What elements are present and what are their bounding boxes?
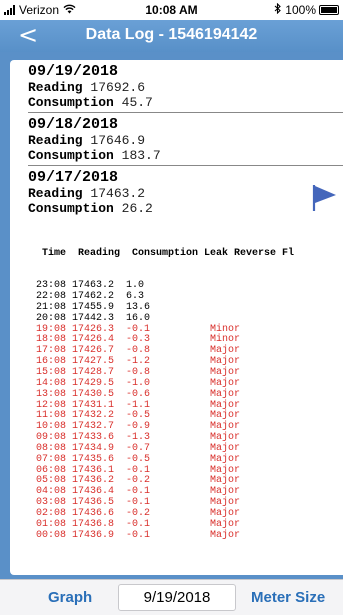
consumption-line: Consumption 26.2 bbox=[28, 201, 343, 216]
reading-value: 17463.2 bbox=[90, 186, 146, 201]
day-date: 09/19/2018 bbox=[28, 63, 119, 80]
reading-label: Reading bbox=[28, 80, 83, 95]
status-right: 100% bbox=[274, 2, 339, 17]
consumption-label: Consumption bbox=[28, 201, 114, 216]
consumption-label: Consumption bbox=[28, 95, 114, 110]
table-header: Time Reading Consumption Leak Reverse Fl bbox=[36, 247, 295, 259]
reading-value: 17692.6 bbox=[90, 80, 146, 95]
table-row: 00:08 17436.9 -0.1 Major bbox=[36, 529, 241, 541]
day-entry-expanded[interactable]: 09/17/2018 Reading 17463.2 Consumption 2… bbox=[10, 166, 343, 217]
page-title: Data Log - 1546194142 bbox=[85, 26, 258, 43]
table-row: 20:08 17442.3 16.0 bbox=[36, 312, 151, 324]
consumption-line: Consumption 183.7 bbox=[28, 148, 343, 163]
consumption-value: 26.2 bbox=[121, 201, 153, 216]
day-date: 09/18/2018 bbox=[28, 116, 119, 133]
table-body: 23:08 17463.2 1.0 22:08 17462.2 6.3 21:08 … bbox=[36, 280, 294, 541]
consumption-line: Consumption 45.7 bbox=[28, 95, 343, 110]
table-row: 07:08 17435.6 -0.5 Major bbox=[36, 453, 241, 465]
nav-bar: < Data Log - 1546194142 bbox=[0, 20, 343, 52]
table-row: 13:08 17430.5 -0.6 Major bbox=[36, 388, 241, 400]
table-row: 01:08 17436.8 -0.1 Major bbox=[36, 518, 241, 530]
bluetooth-icon bbox=[274, 2, 282, 17]
battery-percent: 100% bbox=[285, 3, 316, 17]
day-entry: 09/19/2018 Reading 17692.6 Consumption 4… bbox=[10, 60, 343, 111]
hourly-log-table: Time Reading Consumption Leak Reverse Fl… bbox=[36, 227, 294, 563]
date-picker-field[interactable]: 9/19/2018 bbox=[118, 584, 236, 611]
flag-icon bbox=[312, 185, 336, 211]
status-bar: Verizon 10:08 AM 100% bbox=[0, 0, 343, 20]
consumption-label: Consumption bbox=[28, 148, 114, 163]
consumption-value: 45.7 bbox=[121, 95, 153, 110]
reading-line: Reading 17463.2 bbox=[28, 186, 343, 201]
reading-label: Reading bbox=[28, 133, 83, 148]
consumption-value: 183.7 bbox=[121, 148, 161, 163]
reading-label: Reading bbox=[28, 186, 83, 201]
data-log-panel[interactable]: 09/19/2018 Reading 17692.6 Consumption 4… bbox=[10, 60, 343, 575]
day-date: 09/17/2018 bbox=[28, 169, 119, 186]
battery-icon bbox=[319, 5, 339, 15]
graph-button[interactable]: Graph bbox=[48, 589, 92, 606]
reading-line: Reading 17646.9 bbox=[28, 133, 343, 148]
reading-value: 17646.9 bbox=[90, 133, 146, 148]
bottom-toolbar: Graph 9/19/2018 Meter Size bbox=[0, 579, 343, 615]
meter-size-button[interactable]: Meter Size bbox=[251, 589, 325, 606]
reading-line: Reading 17692.6 bbox=[28, 80, 343, 95]
day-entry: 09/18/2018 Reading 17646.9 Consumption 1… bbox=[10, 113, 343, 164]
